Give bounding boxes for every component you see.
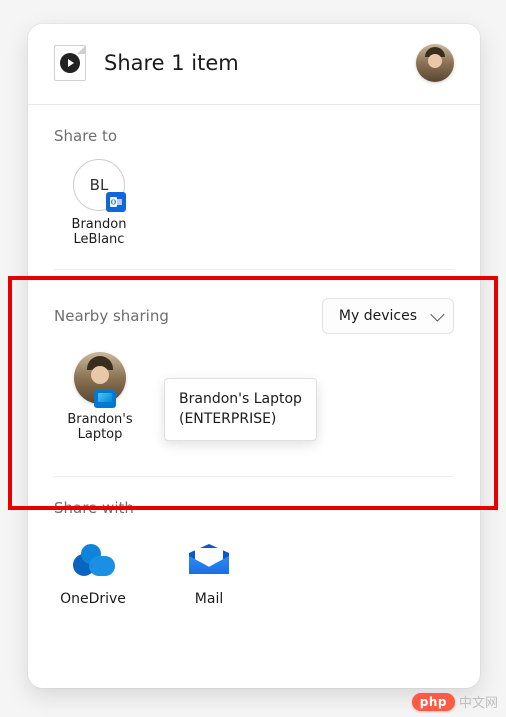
svg-text:O: O [111,199,117,207]
mail-icon [187,537,231,581]
share-to-label: Share to [54,127,454,145]
divider [54,269,454,270]
outlook-badge-icon: O [106,192,126,212]
share-with-label: Share with [54,499,454,517]
device-tooltip: Brandon's Laptop (ENTERPRISE) [164,378,317,441]
tooltip-line1: Brandon's Laptop [179,389,302,409]
dialog-header: Share 1 item [28,24,480,105]
nearby-scope-dropdown[interactable]: My devices [322,298,454,334]
chevron-down-icon [430,308,444,322]
nearby-devices-row: Brandon's Laptop Brandon's Laptop (ENTER… [54,352,454,442]
app-label: Mail [170,591,248,607]
share-with-apps: OneDrive Mail [54,537,454,607]
app-label: OneDrive [54,591,132,607]
watermark-text: 中文网 [459,692,498,711]
monitor-icon [94,390,116,408]
contact-avatar: BL O [73,159,125,211]
onedrive-icon [71,537,115,581]
divider [54,476,454,477]
share-app-mail[interactable]: Mail [170,537,248,607]
dialog-title: Share 1 item [104,51,416,75]
watermark: php 中文网 [412,692,498,711]
device-name: Brandon's Laptop [54,412,146,442]
share-dialog: Share 1 item Share to BL O Brandon LeBla… [28,24,480,688]
account-avatar[interactable] [416,44,454,82]
dialog-body: Share to BL O Brandon LeBlanc Nearby sha… [28,105,480,688]
contact-name: Brandon LeBlanc [54,217,144,247]
watermark-pill: php [412,693,455,711]
tooltip-line2: (ENTERPRISE) [179,409,302,429]
contact-initials: BL [90,176,109,194]
nearby-sharing-label: Nearby sharing [54,307,169,325]
contact-item[interactable]: BL O Brandon LeBlanc [54,159,144,247]
file-type-icon [54,45,86,81]
share-app-onedrive[interactable]: OneDrive [54,537,132,607]
nearby-device-item[interactable]: Brandon's Laptop [54,352,146,442]
dropdown-selected-text: My devices [339,308,417,324]
nearby-header-row: Nearby sharing My devices [54,298,454,334]
